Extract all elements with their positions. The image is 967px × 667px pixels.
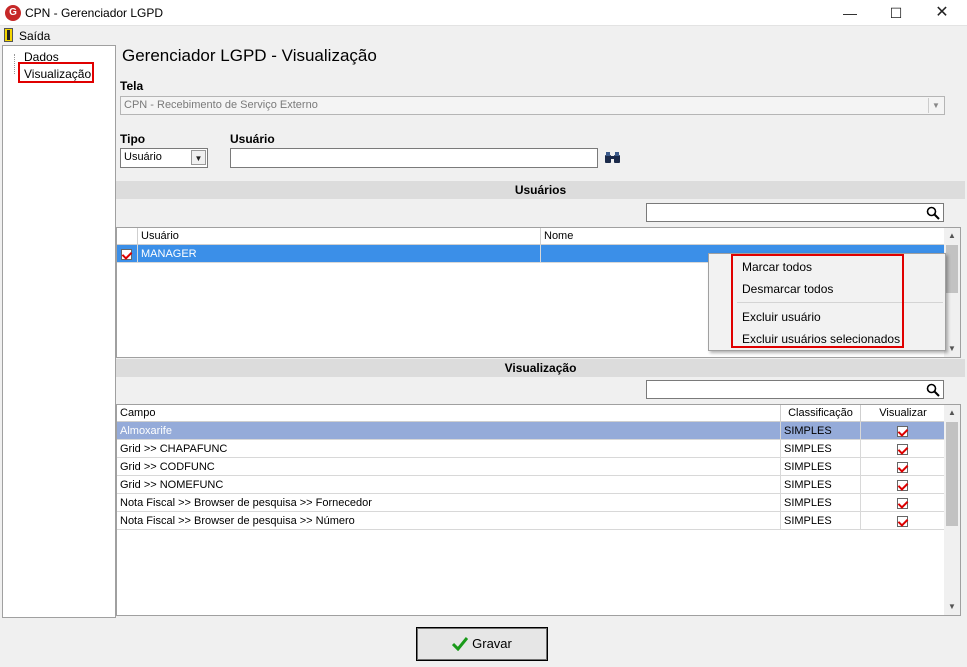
menu-bar: Saída (0, 26, 967, 45)
table-row[interactable]: Nota Fiscal >> Browser de pesquisa >> Fo… (117, 494, 945, 512)
cell-visualizar[interactable] (861, 512, 945, 530)
checkmark-icon (452, 637, 469, 651)
visualizacao-section-header: Visualização (116, 359, 965, 377)
visualizacao-search-input[interactable] (646, 380, 944, 399)
usuario-input[interactable] (230, 148, 598, 168)
visualizacao-grid-header: Campo Classificação Visualizar (117, 405, 945, 422)
visualizacao-grid: Campo Classificação Visualizar Almoxarif… (116, 404, 961, 616)
table-row[interactable]: Grid >> CHAPAFUNC SIMPLES (117, 440, 945, 458)
cell-campo: Grid >> NOMEFUNC (117, 476, 781, 494)
title-bar: G CPN - Gerenciador LGPD — ☐ ✕ (0, 0, 967, 26)
cell-usuario: MANAGER (138, 245, 541, 263)
cell-campo: Grid >> CODFUNC (117, 458, 781, 476)
checkbox-checked-icon[interactable] (897, 443, 908, 455)
close-button[interactable]: ✕ (919, 0, 965, 26)
column-header-usuario[interactable]: Usuário (138, 228, 541, 245)
save-button[interactable]: Gravar (416, 627, 548, 661)
row-checkbox[interactable] (117, 245, 138, 263)
column-header-campo[interactable]: Campo (117, 405, 781, 422)
column-header-nome[interactable]: Nome (541, 228, 945, 245)
usuario-label: Usuário (230, 132, 275, 146)
search-icon[interactable] (926, 206, 940, 220)
highlight-box-context-menu (731, 254, 904, 348)
cell-campo: Nota Fiscal >> Browser de pesquisa >> Nú… (117, 512, 781, 530)
cell-visualizar[interactable] (861, 458, 945, 476)
minimize-button[interactable]: — (827, 0, 873, 26)
cell-visualizar[interactable] (861, 476, 945, 494)
maximize-button[interactable]: ☐ (873, 0, 919, 26)
column-header-check (117, 228, 138, 245)
scroll-up-icon[interactable]: ▲ (944, 228, 960, 244)
chevron-down-icon[interactable]: ▼ (191, 150, 206, 165)
cell-classificacao: SIMPLES (781, 494, 861, 512)
usuarios-section-header: Usuários (116, 181, 965, 199)
cell-visualizar[interactable] (861, 440, 945, 458)
tree-connector (14, 54, 15, 74)
cell-campo: Grid >> CHAPAFUNC (117, 440, 781, 458)
usuarios-search-input[interactable] (646, 203, 944, 222)
page-title: Gerenciador LGPD - Visualização (122, 46, 377, 65)
exit-door-icon[interactable] (4, 28, 13, 42)
chevron-down-icon[interactable]: ▼ (928, 98, 943, 113)
scroll-down-icon[interactable]: ▼ (944, 599, 960, 615)
menu-exit[interactable]: Saída (19, 29, 50, 43)
checkbox-checked-icon[interactable] (897, 515, 908, 527)
tela-select-value: CPN - Recebimento de Serviço Externo (124, 99, 318, 111)
visualizacao-scrollbar[interactable]: ▲ ▼ (944, 405, 960, 615)
table-row[interactable]: Grid >> NOMEFUNC SIMPLES (117, 476, 945, 494)
cell-visualizar[interactable] (861, 422, 945, 440)
cell-classificacao: SIMPLES (781, 440, 861, 458)
cell-classificacao: SIMPLES (781, 512, 861, 530)
binoculars-search-icon[interactable] (604, 151, 621, 165)
tipo-select-value: Usuário (124, 151, 162, 163)
navigation-tree: Dados Visualização (2, 45, 116, 618)
checkbox-checked-icon[interactable] (121, 248, 132, 260)
scroll-up-icon[interactable]: ▲ (944, 405, 960, 421)
tipo-select[interactable]: Usuário ▼ (120, 148, 208, 168)
tipo-label: Tipo (120, 132, 146, 146)
checkbox-checked-icon[interactable] (897, 425, 908, 437)
highlight-box-tree (18, 62, 94, 83)
scroll-thumb[interactable] (946, 245, 958, 293)
table-row[interactable]: Nota Fiscal >> Browser de pesquisa >> Nú… (117, 512, 945, 530)
tela-select[interactable]: CPN - Recebimento de Serviço Externo ▼ (120, 96, 945, 115)
tela-label: Tela (120, 79, 144, 93)
usuarios-scrollbar[interactable]: ▲ ▼ (944, 228, 960, 357)
usuarios-grid-header: Usuário Nome (117, 228, 945, 245)
cell-campo: Almoxarife (117, 422, 781, 440)
cell-classificacao: SIMPLES (781, 476, 861, 494)
checkbox-checked-icon[interactable] (897, 497, 908, 509)
column-header-classificacao[interactable]: Classificação (781, 405, 861, 422)
scroll-thumb[interactable] (946, 422, 958, 526)
cell-campo: Nota Fiscal >> Browser de pesquisa >> Fo… (117, 494, 781, 512)
cell-classificacao: SIMPLES (781, 458, 861, 476)
checkbox-checked-icon[interactable] (897, 479, 908, 491)
scroll-down-icon[interactable]: ▼ (944, 341, 960, 357)
cell-classificacao: SIMPLES (781, 422, 861, 440)
search-icon[interactable] (926, 383, 940, 397)
cell-visualizar[interactable] (861, 494, 945, 512)
table-row[interactable]: Grid >> CODFUNC SIMPLES (117, 458, 945, 476)
app-logo-icon: G (5, 5, 21, 21)
checkbox-checked-icon[interactable] (897, 461, 908, 473)
window-title: CPN - Gerenciador LGPD (25, 6, 164, 20)
table-row[interactable]: Almoxarife SIMPLES (117, 422, 945, 440)
save-button-label: Gravar (472, 636, 512, 651)
column-header-visualizar[interactable]: Visualizar (861, 405, 945, 422)
